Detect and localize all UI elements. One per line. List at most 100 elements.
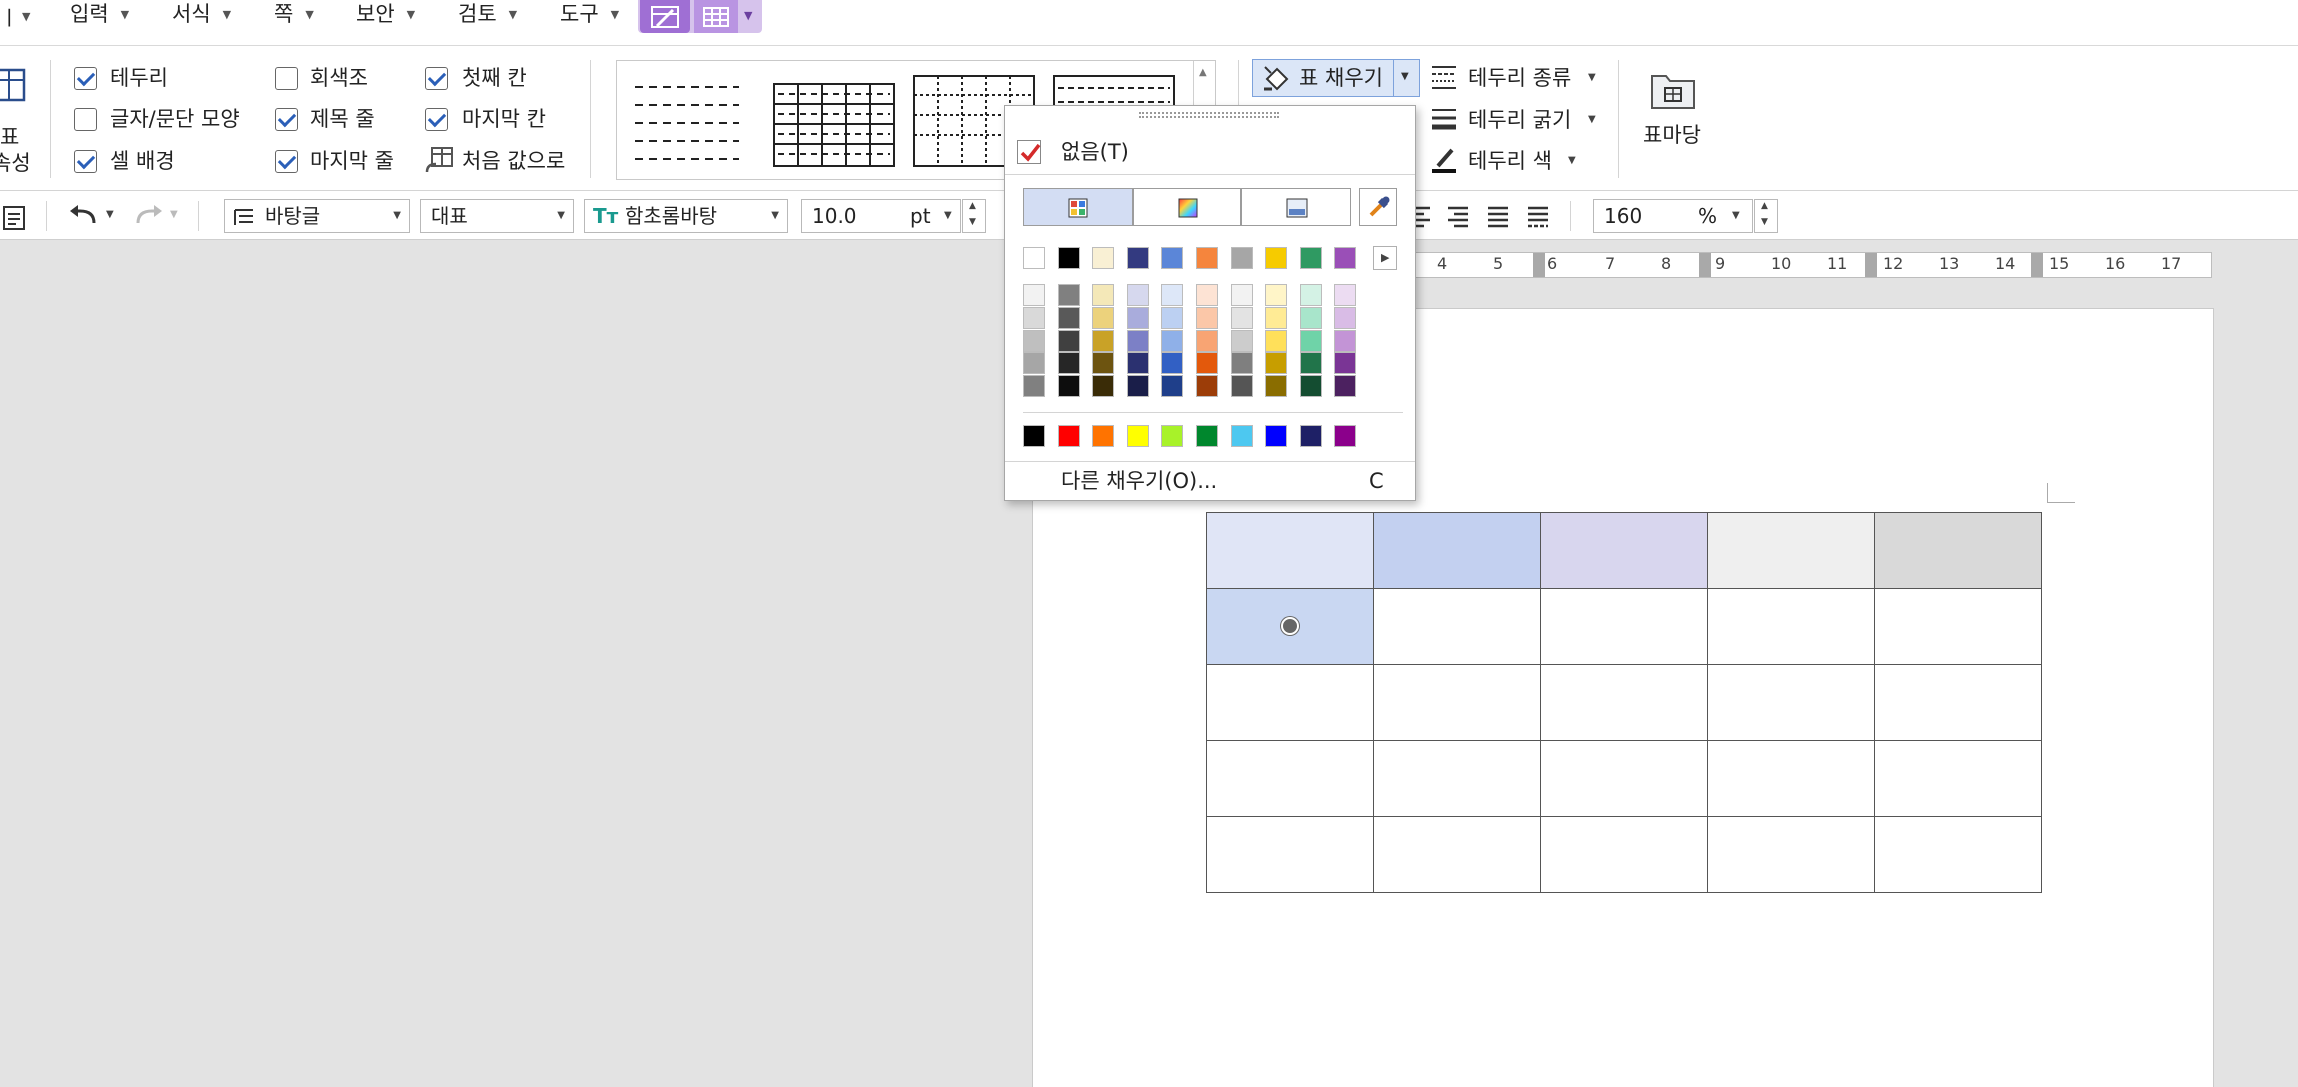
color-swatch[interactable] xyxy=(1023,375,1045,398)
table-cell[interactable] xyxy=(1373,588,1541,665)
table-cell[interactable] xyxy=(1206,816,1374,893)
table-cell[interactable] xyxy=(1707,816,1875,893)
color-swatch[interactable] xyxy=(1126,329,1149,352)
checkbox-first-col[interactable] xyxy=(425,67,448,90)
table-properties-label-b[interactable]: 속성 xyxy=(0,150,31,176)
none-fill-option[interactable]: 없음(T) xyxy=(1061,139,1129,165)
color-swatch[interactable] xyxy=(1092,247,1115,269)
ruler-column-marker[interactable] xyxy=(2031,253,2043,277)
scroll-up-icon[interactable]: ▲ xyxy=(1199,67,1207,78)
spin-down-icon[interactable]: ▼ xyxy=(969,217,976,227)
color-swatch[interactable] xyxy=(1265,284,1288,306)
font-size-spinner[interactable]: ▲ ▼ xyxy=(962,199,986,233)
color-swatch[interactable] xyxy=(1334,306,1357,329)
color-swatch[interactable] xyxy=(1057,247,1080,269)
table-cell[interactable] xyxy=(1707,512,1875,589)
menu-security[interactable]: 보안 ▼ xyxy=(356,0,415,30)
table-cell[interactable] xyxy=(1707,588,1875,665)
color-swatch[interactable] xyxy=(1265,425,1288,447)
color-swatch[interactable] xyxy=(1196,247,1218,269)
popup-drag-handle[interactable] xyxy=(1139,112,1279,118)
table-cell[interactable] xyxy=(1373,740,1541,817)
color-swatch[interactable] xyxy=(1299,375,1322,398)
color-swatch[interactable] xyxy=(1092,329,1115,352)
color-swatch[interactable] xyxy=(1196,284,1218,306)
checkbox-border[interactable] xyxy=(74,67,97,90)
menu-review[interactable]: 검토 ▼ xyxy=(458,0,517,30)
chevron-down-icon[interactable]: ▼ xyxy=(1588,114,1596,125)
color-swatch[interactable] xyxy=(1126,375,1149,398)
redo-icon[interactable] xyxy=(134,205,164,227)
menu-tools[interactable]: 도구 ▼ xyxy=(560,0,619,30)
color-swatch[interactable] xyxy=(1126,306,1149,329)
color-swatch[interactable] xyxy=(1023,247,1045,269)
checkbox-grayscale[interactable] xyxy=(275,67,298,90)
color-swatch[interactable] xyxy=(1161,306,1184,329)
checkbox-last-row[interactable] xyxy=(275,150,298,173)
font-combo[interactable]: Tт 함초롬바탕 ▼ xyxy=(584,199,788,233)
color-swatch[interactable] xyxy=(1230,352,1253,375)
color-swatch[interactable] xyxy=(1057,375,1080,398)
color-swatch[interactable] xyxy=(1092,375,1115,398)
color-swatch[interactable] xyxy=(1023,425,1045,447)
checkbox-last-col[interactable] xyxy=(425,108,448,131)
align-right-icon[interactable] xyxy=(1446,205,1470,229)
color-swatch[interactable] xyxy=(1161,425,1184,447)
spin-up-icon[interactable]: ▲ xyxy=(969,201,976,211)
table-style-1[interactable] xyxy=(635,83,739,161)
color-swatch[interactable] xyxy=(1265,352,1288,375)
chevron-down-icon[interactable]: ▼ xyxy=(1588,72,1596,83)
color-swatch[interactable] xyxy=(1126,247,1149,269)
color-swatch[interactable] xyxy=(1230,284,1253,306)
color-swatch[interactable] xyxy=(1230,329,1253,352)
reset-button[interactable]: 처음 값으로 xyxy=(462,148,565,174)
color-swatch[interactable] xyxy=(1334,329,1357,352)
color-swatch[interactable] xyxy=(1230,425,1253,447)
color-swatch[interactable] xyxy=(1092,306,1115,329)
table-design-tab[interactable] xyxy=(640,0,690,33)
color-swatch[interactable] xyxy=(1265,306,1288,329)
zoom-spinner[interactable]: ▲ ▼ xyxy=(1754,199,1778,233)
table-cell[interactable] xyxy=(1540,588,1708,665)
color-swatch[interactable] xyxy=(1334,375,1357,398)
color-swatch[interactable] xyxy=(1299,352,1322,375)
color-swatch[interactable] xyxy=(1023,329,1045,352)
color-swatch[interactable] xyxy=(1334,425,1357,447)
table-cell[interactable] xyxy=(1874,512,2042,589)
chevron-down-icon[interactable]: ▼ xyxy=(1568,155,1576,166)
none-checkbox[interactable] xyxy=(1017,140,1041,164)
table-fill-dropdown[interactable]: ▼ xyxy=(1393,60,1419,96)
table-cell[interactable] xyxy=(1373,512,1541,589)
color-swatch[interactable] xyxy=(1161,284,1184,306)
checkbox-header-row[interactable] xyxy=(275,108,298,131)
color-swatch[interactable] xyxy=(1092,352,1115,375)
table-cell[interactable] xyxy=(1206,740,1374,817)
ruler-column-marker[interactable] xyxy=(1699,253,1711,277)
color-swatch[interactable] xyxy=(1299,284,1322,306)
color-swatch[interactable] xyxy=(1057,425,1080,447)
color-swatch[interactable] xyxy=(1299,425,1322,447)
menu-input[interactable]: 입력 ▼ xyxy=(70,0,129,30)
color-swatch[interactable] xyxy=(1023,306,1045,329)
color-swatch[interactable] xyxy=(1196,352,1218,375)
horizontal-ruler[interactable]: 4 5 6 7 8 9 10 11 12 13 14 15 16 17 xyxy=(1396,252,2212,278)
color-swatch[interactable] xyxy=(1161,329,1184,352)
color-swatch[interactable] xyxy=(1230,375,1253,398)
table-style-2[interactable] xyxy=(773,83,895,167)
color-swatch[interactable] xyxy=(1161,247,1184,269)
align-distribute-icon[interactable] xyxy=(1486,205,1510,229)
table-cell[interactable] xyxy=(1874,816,2042,893)
color-swatch[interactable] xyxy=(1092,425,1115,447)
table-fill-button[interactable]: 표 채우기 ▼ xyxy=(1252,59,1420,97)
color-swatch[interactable] xyxy=(1299,329,1322,352)
color-swatch[interactable] xyxy=(1196,306,1218,329)
table-cell-selected[interactable] xyxy=(1206,588,1374,665)
color-swatch[interactable] xyxy=(1265,329,1288,352)
color-swatch[interactable] xyxy=(1196,425,1218,447)
border-width-button[interactable]: 테두리 굵기 xyxy=(1468,107,1571,133)
spin-down-icon[interactable]: ▼ xyxy=(1761,217,1768,227)
color-swatch[interactable] xyxy=(1265,375,1288,398)
color-swatch[interactable] xyxy=(1265,247,1288,269)
color-swatch[interactable] xyxy=(1092,284,1115,306)
table-cell[interactable] xyxy=(1373,664,1541,741)
